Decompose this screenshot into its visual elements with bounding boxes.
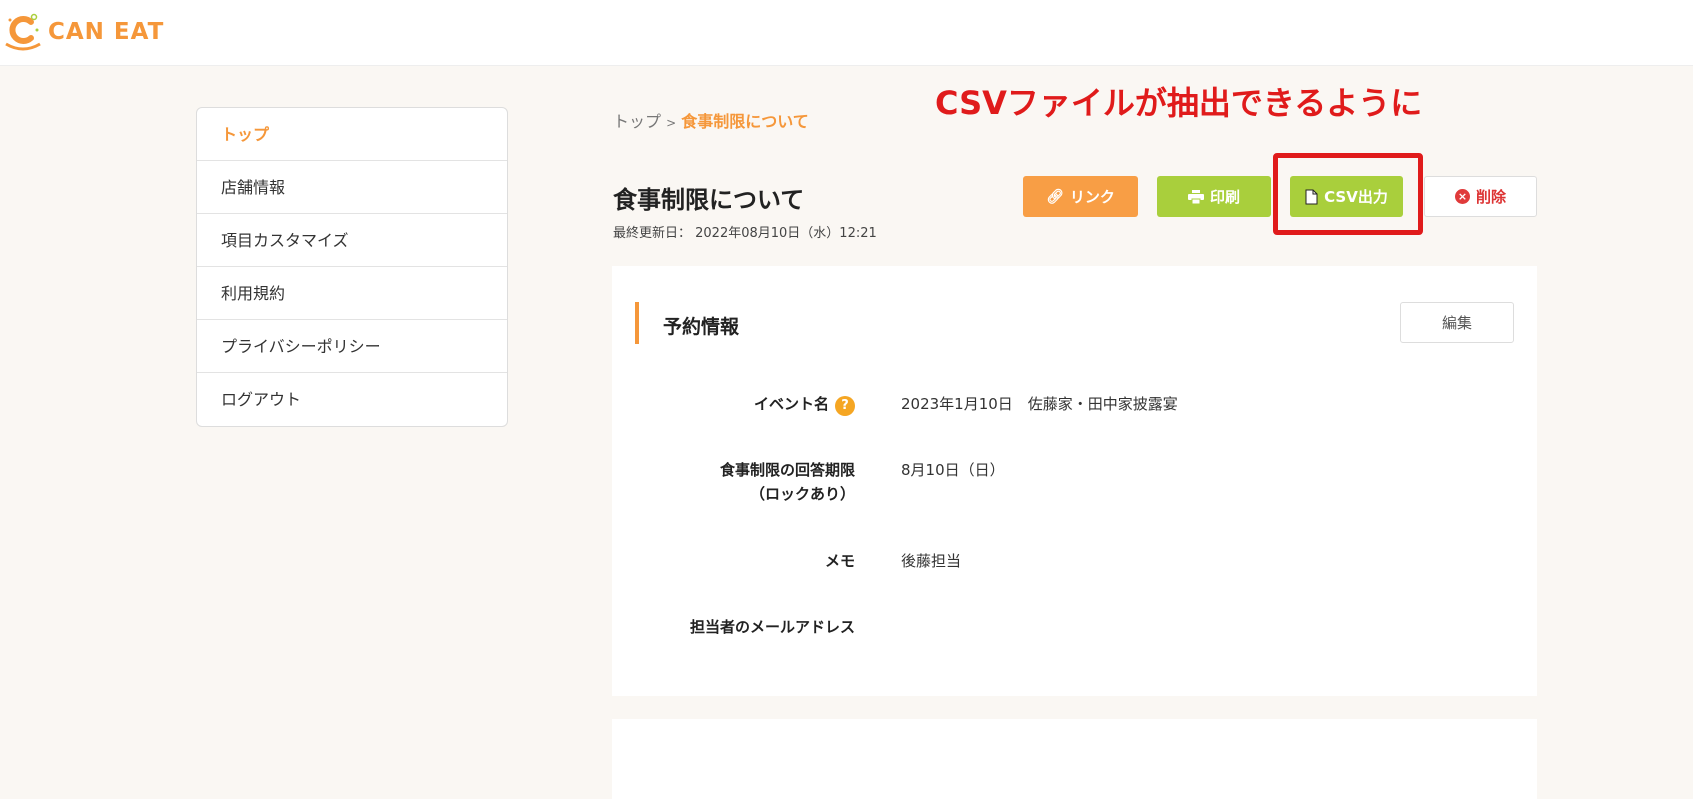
logo[interactable]: CAN EAT (4, 12, 164, 52)
breadcrumb: トップ > 食事制限について (613, 108, 809, 132)
sidebar-item-privacy[interactable]: プライバシーポリシー (197, 320, 507, 373)
print-button[interactable]: 印刷 (1157, 176, 1271, 217)
link-icon: 🔗︎ (1046, 188, 1064, 205)
sidebar-item-logout[interactable]: ログアウト (197, 373, 507, 426)
annotation-text: CSVファイルが抽出できるように (935, 84, 1423, 122)
help-icon[interactable]: ? (835, 396, 855, 416)
printer-icon (1187, 189, 1204, 204)
field-label: 食事制限の回答期限 （ロックあり） (719, 461, 855, 503)
print-label: 印刷 (1209, 188, 1240, 206)
logo-icon (5, 13, 41, 51)
breadcrumb-current: 食事制限について (681, 112, 809, 131)
next-card (612, 719, 1537, 799)
header: CAN EAT (0, 0, 1693, 66)
field-value: 2023年1月10日 佐藤家・田中家披露宴 (901, 395, 1178, 413)
edit-button[interactable]: 編集 (1400, 302, 1514, 343)
section-accent-bar (635, 302, 639, 344)
field-value: 後藤担当 (901, 552, 962, 570)
field-label: メモ (824, 552, 855, 570)
link-label: リンク (1069, 188, 1115, 206)
breadcrumb-home[interactable]: トップ (613, 112, 661, 131)
page-title: 食事制限について (613, 186, 805, 214)
section-title: 予約情報 (663, 316, 740, 338)
link-button[interactable]: 🔗︎ リンク (1023, 176, 1138, 217)
last-updated: 最終更新日： 2022年08月10日（水）12:21 (613, 226, 877, 241)
logo-text: CAN EAT (48, 19, 165, 45)
breadcrumb-separator: > (666, 116, 677, 130)
sidebar-item-customize[interactable]: 項目カスタマイズ (197, 214, 507, 267)
sidebar-item-terms[interactable]: 利用規約 (197, 267, 507, 320)
delete-icon: × (1454, 189, 1470, 204)
sidebar-item-store-info[interactable]: 店舗情報 (197, 161, 507, 214)
field-label: イベント名? (754, 392, 855, 416)
field-value: 8月10日（日） (901, 461, 1005, 479)
delete-label: 削除 (1475, 188, 1506, 206)
reservation-info-card: 予約情報 編集 イベント名? 2023年1月10日 佐藤家・田中家披露宴 食事制… (612, 266, 1537, 696)
delete-button[interactable]: × 削除 (1424, 176, 1537, 217)
sidebar-item-top[interactable]: トップ (197, 108, 507, 161)
sidebar: トップ 店舗情報 項目カスタマイズ 利用規約 プライバシーポリシー ログアウト (196, 107, 508, 427)
highlight-box (1273, 153, 1423, 235)
field-label: 担当者のメールアドレス (689, 618, 855, 636)
